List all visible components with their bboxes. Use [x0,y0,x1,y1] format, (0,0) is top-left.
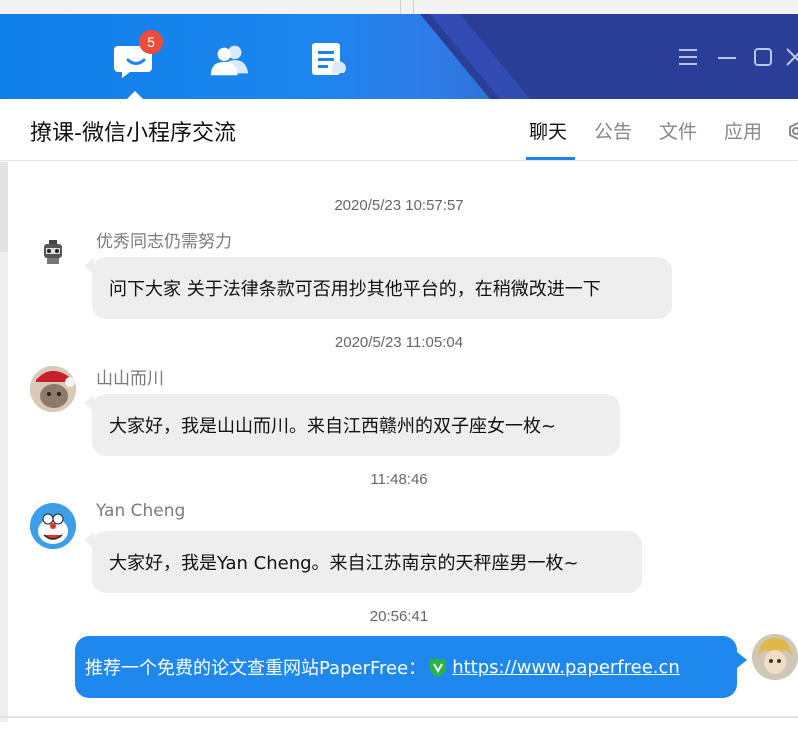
message-timestamp: 2020/5/23 11:05:04 [334,334,464,351]
verified-link-icon [428,656,448,678]
close-icon[interactable] [784,46,798,68]
avatar[interactable] [30,366,76,412]
maximize-icon[interactable] [752,46,774,68]
sender-name: Yan Cheng [96,501,186,521]
my-message-bubble[interactable]: 推荐一个免费的论文查重网站PaperFree： https://www.pape… [75,636,737,698]
sender-name: 优秀同志仍需努力 [96,232,232,252]
minimize-icon[interactable] [716,46,738,68]
message-text: 大家好，我是Yan Cheng。来自江苏南京的天秤座男一枚~ [109,553,579,574]
menu-icon[interactable] [677,46,699,68]
my-avatar[interactable] [752,634,798,680]
settings-icon[interactable] [786,119,798,147]
tab-chat[interactable]: 聊天 [529,117,567,144]
notes-icon[interactable] [306,40,350,80]
chat-header: 撩课-微信小程序交流 聊天 公告 文件 应用 [0,99,798,161]
tab-announcement[interactable]: 公告 [594,117,632,144]
message-text: 大家好，我是山山而川。来自江西赣州的双子座女一枚~ [109,416,557,437]
active-tab-indicator [526,157,575,160]
strip-divider [413,0,414,14]
input-divider [0,716,798,718]
message-timestamp: 11:48:46 [370,471,428,488]
sender-name: 山山而川 [96,369,164,389]
avatar[interactable] [30,503,76,549]
contacts-icon[interactable] [208,40,252,80]
group-title: 撩课-微信小程序交流 [30,121,236,146]
message-timestamp: 20:56:41 [369,608,429,625]
tab-apps[interactable]: 应用 [724,117,762,144]
strip-divider [400,0,401,14]
message-timestamp: 2020/5/23 10:57:57 [334,197,464,214]
message-bubble[interactable]: 大家好，我是Yan Cheng。来自江苏南京的天秤座男一枚~ [92,531,642,593]
unread-badge: 5 [139,30,163,54]
message-text: 问下大家 关于法律条款可否用抄其他平台的，在稍微改进一下 [109,279,601,300]
message-bubble[interactable]: 大家好，我是山山而川。来自江西赣州的双子座女一枚~ [92,394,620,456]
message-text: 推荐一个免费的论文查重网站PaperFree： [85,658,427,679]
message-bubble[interactable]: 问下大家 关于法律条款可否用抄其他平台的，在稍微改进一下 [92,257,672,319]
message-link[interactable]: https://www.paperfree.cn [452,657,680,678]
tab-files[interactable]: 文件 [659,117,697,144]
avatar[interactable] [30,230,76,276]
top-strip [0,0,798,14]
